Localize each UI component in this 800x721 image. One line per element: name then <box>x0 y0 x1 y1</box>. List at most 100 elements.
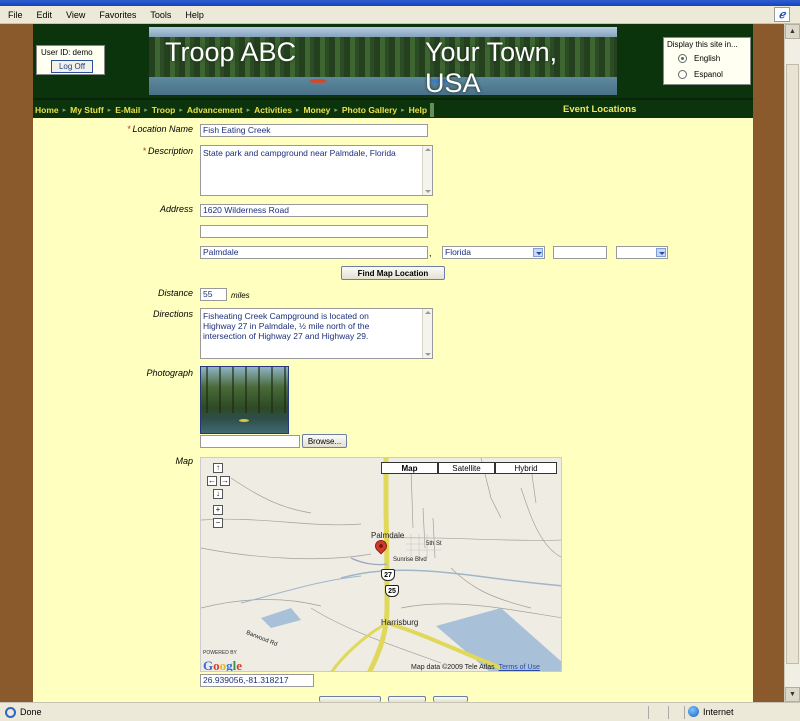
kayak-icon <box>309 79 327 83</box>
nav-item-e-mail[interactable]: E-Mail <box>115 105 140 115</box>
radio-button-icon[interactable] <box>678 54 687 63</box>
state-value: Florida <box>445 247 471 257</box>
security-zone: Internet <box>688 706 734 717</box>
google-logo: Google <box>203 658 243 672</box>
chevron-down-icon[interactable] <box>656 248 666 257</box>
nav-item-help[interactable]: Help <box>409 105 427 115</box>
zone-label: Internet <box>703 706 734 717</box>
menu-favorites[interactable]: Favorites <box>99 10 136 20</box>
scroll-thumb[interactable] <box>786 64 799 664</box>
description-text: State park and campground near Palmdale,… <box>203 148 396 158</box>
map-type-hybrid-button[interactable]: Hybrid <box>495 462 557 474</box>
pan-up-icon[interactable]: ↑ <box>213 463 223 473</box>
main-nav: Home ▸ My Stuff ▸ E-Mail ▸ Troop ▸ Advancement ▸ A… <box>33 98 753 118</box>
location-name-input[interactable]: Fish Eating Creek <box>200 124 428 137</box>
menu-file[interactable]: File <box>8 10 23 20</box>
pan-right-icon[interactable]: → <box>220 476 230 486</box>
nav-separator-icon: ▸ <box>144 107 148 114</box>
browse-button[interactable]: Browse... <box>302 434 347 448</box>
terms-of-use-link[interactable]: Terms of Use <box>499 664 540 671</box>
status-divider <box>648 706 649 719</box>
nav-separator-icon: ▸ <box>334 107 338 114</box>
scroll-down-icon[interactable]: ▼ <box>785 687 800 702</box>
radio-button-icon[interactable] <box>678 70 687 79</box>
highway-25-shield: 25 <box>385 585 399 597</box>
map-label: Map <box>175 456 193 466</box>
pan-left-icon[interactable]: ← <box>207 476 217 486</box>
menu-view[interactable]: View <box>66 10 85 20</box>
scroll-up-icon[interactable]: ▲ <box>785 24 800 39</box>
distance-label: Distance <box>157 288 193 298</box>
google-map[interactable]: Map Satellite Hybrid ↑ ← → ↓ + − Palmdal… <box>200 457 562 672</box>
required-asterisk: * <box>142 146 146 156</box>
city-input[interactable]: Palmdale <box>200 246 428 259</box>
nav-item-photo-gallery[interactable]: Photo Gallery <box>342 105 397 115</box>
highway-27-shield: 27 <box>381 569 395 581</box>
menu-edit[interactable]: Edit <box>37 10 53 20</box>
zoom-out-icon[interactable]: − <box>213 518 223 528</box>
nav-separator-icon: ▸ <box>246 107 251 114</box>
language-label-english: English <box>694 54 721 63</box>
globe-icon <box>688 706 699 717</box>
map-type-map-button[interactable]: Map <box>381 462 438 474</box>
directions-text: Fisheating Creek Campground is located o… <box>203 311 370 341</box>
distance-input[interactable]: 55 <box>200 288 227 301</box>
menu-help[interactable]: Help <box>185 10 204 20</box>
status-divider <box>668 706 669 719</box>
nav-item-my-stuff[interactable]: My Stuff <box>70 105 104 115</box>
nav-item-activities[interactable]: Activities <box>254 105 292 115</box>
zoom-in-icon[interactable]: + <box>213 505 223 515</box>
page-title: Event Locations <box>563 104 637 115</box>
windows-xp-icon: ℯ <box>774 7 790 22</box>
status-text: Done <box>20 707 42 717</box>
distance-unit: miles <box>231 291 250 300</box>
chevron-down-icon[interactable] <box>533 248 543 257</box>
address-label: Address <box>159 204 193 214</box>
pan-down-icon[interactable]: ↓ <box>213 489 223 499</box>
address-line-2-input[interactable] <box>200 225 428 238</box>
site-header: User ID: demo Log Off Troop ABC Your Tow… <box>33 24 753 98</box>
city-comma: , <box>429 248 432 258</box>
textarea-scrollbar[interactable] <box>422 146 432 195</box>
map-type-satellite-button[interactable]: Satellite <box>438 462 495 474</box>
description-textarea[interactable]: State park and campground near Palmdale,… <box>200 145 433 196</box>
directions-label: Directions <box>152 309 193 319</box>
photograph-label: Photograph <box>146 368 193 378</box>
nav-item-money[interactable]: Money <box>303 105 330 115</box>
photo-trees <box>201 367 288 414</box>
nav-item-home[interactable]: Home <box>35 105 59 115</box>
status-bar: Done Internet <box>0 702 800 721</box>
photo-file-input[interactable] <box>200 435 300 448</box>
language-option-english[interactable]: English <box>678 54 720 63</box>
state-select[interactable]: Florida <box>442 246 545 259</box>
menu-tools[interactable]: Tools <box>150 10 171 20</box>
textarea-scrollbar[interactable] <box>422 309 432 358</box>
user-box: User ID: demo Log Off <box>36 45 105 75</box>
log-off-button[interactable]: Log Off <box>51 60 93 73</box>
map-attribution: Map data ©2009 Tele Atlas Terms of Use <box>411 664 540 671</box>
location-name-label: * Location Name <box>126 124 193 134</box>
page-content: User ID: demo Log Off Troop ABC Your Tow… <box>33 24 753 702</box>
coordinates-input[interactable]: 26.939056,-81.318217 <box>200 674 314 687</box>
nav-item-troop[interactable]: Troop <box>152 105 176 115</box>
page-scrollbar[interactable]: ▲ ▼ <box>784 24 800 702</box>
banner-title-troop: Troop ABC <box>165 37 297 67</box>
nav-separator-icon: ▸ <box>62 107 67 114</box>
language-option-espanol[interactable]: Espanol <box>678 70 723 79</box>
address-line-1-input[interactable]: 1620 Wilderness Road <box>200 204 428 217</box>
banner-title-town: Your Town, USA <box>425 37 558 95</box>
nav-separator-icon: ▸ <box>107 107 112 114</box>
directions-textarea[interactable]: Fisheating Creek Campground is located o… <box>200 308 433 359</box>
find-map-location-button[interactable]: Find Map Location <box>341 266 445 280</box>
zip-input[interactable] <box>553 246 607 259</box>
map-label-palmdale: Palmdale <box>371 531 405 540</box>
ie-page-icon <box>5 707 16 718</box>
map-label-harrisburg: Harrisburg <box>381 618 419 627</box>
required-asterisk: * <box>126 124 131 134</box>
status-divider <box>684 706 685 719</box>
nav-end-cap <box>430 103 435 117</box>
country-select[interactable] <box>616 246 668 259</box>
nav-item-advancement[interactable]: Advancement <box>187 105 243 115</box>
map-label-5th-st: 5th St <box>426 541 442 547</box>
language-label-espanol: Espanol <box>694 70 723 79</box>
